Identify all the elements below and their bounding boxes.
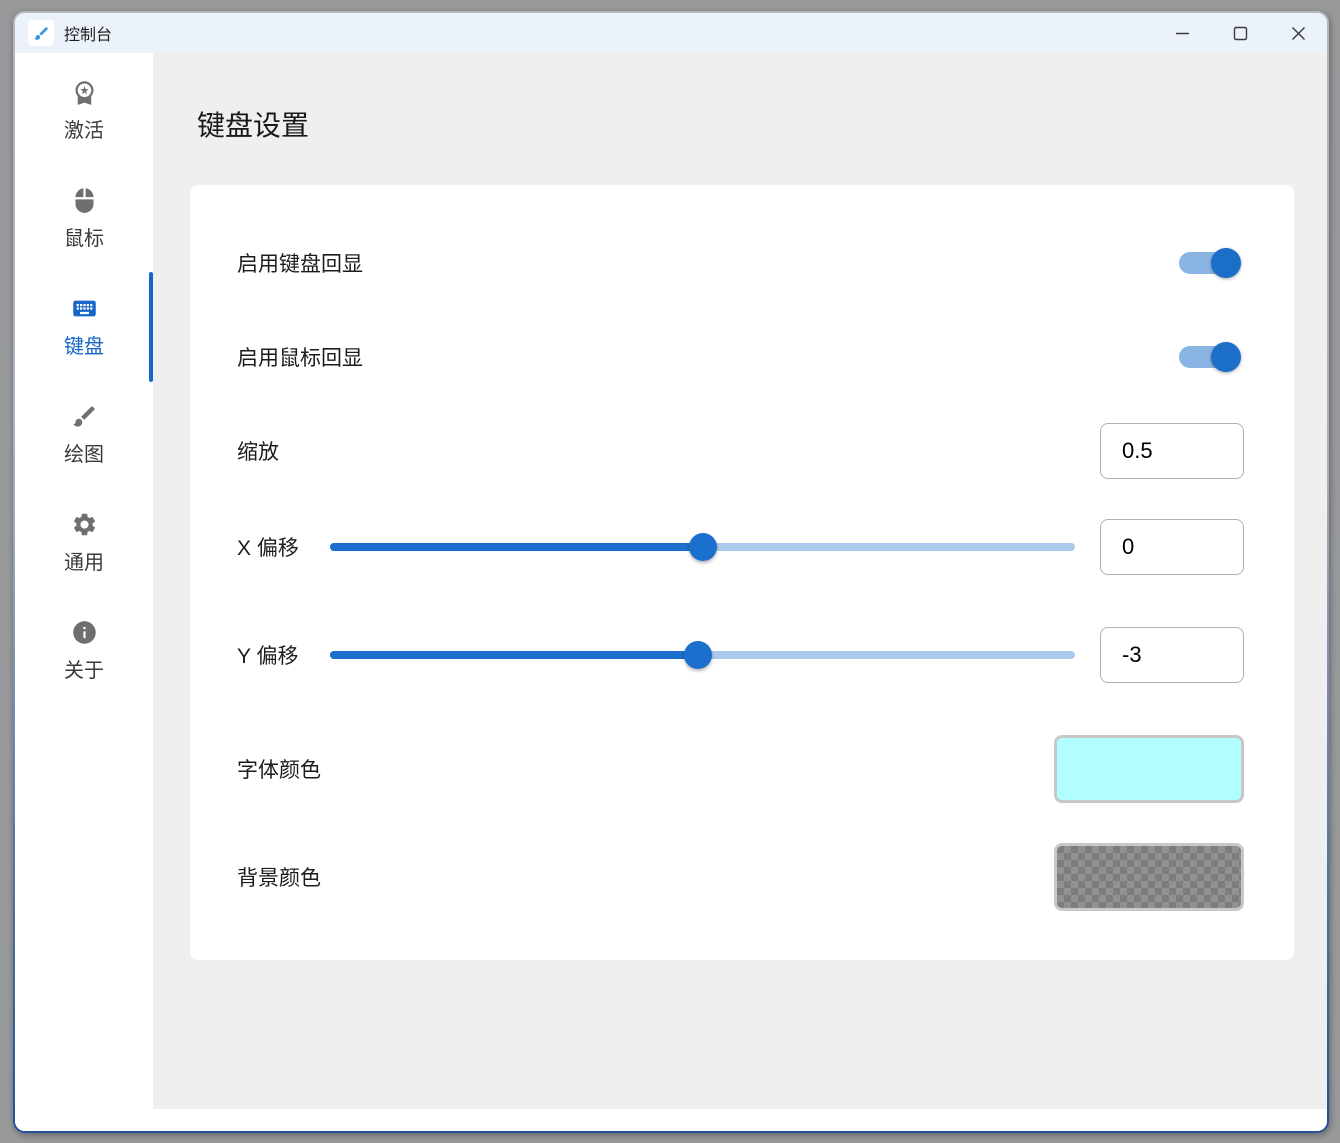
scale-input[interactable] xyxy=(1100,423,1244,479)
y-offset-slider[interactable] xyxy=(330,641,1075,669)
background-color-swatch[interactable] xyxy=(1054,843,1244,911)
window-frame: 控制台 激活 xyxy=(13,11,1329,1133)
row-background-color: 背景颜色 xyxy=(237,843,1244,911)
sidebar-item-drawing[interactable]: 绘图 xyxy=(15,381,153,489)
sidebar-label-mouse: 鼠标 xyxy=(64,222,104,251)
sidebar-item-activate[interactable]: 激活 xyxy=(15,57,153,165)
row-x-offset: X 偏移 xyxy=(237,519,1244,575)
y-offset-input[interactable] xyxy=(1100,627,1244,683)
slider-thumb[interactable] xyxy=(689,533,717,561)
brush-icon xyxy=(71,403,98,430)
settings-card: 启用键盘回显 启用鼠标回显 xyxy=(190,185,1294,960)
sidebar-item-general[interactable]: 通用 xyxy=(15,489,153,597)
sidebar: 激活 鼠标 键盘 绘图 通用 xyxy=(15,53,153,1109)
y-offset-label: Y 偏移 xyxy=(237,640,330,670)
sidebar-item-keyboard[interactable]: 键盘 xyxy=(15,273,153,381)
keyboard-echo-label: 启用键盘回显 xyxy=(237,248,363,278)
window-controls xyxy=(1153,13,1327,53)
window-footer xyxy=(15,1109,1327,1131)
row-mouse-echo: 启用鼠标回显 xyxy=(237,329,1244,385)
titlebar: 控制台 xyxy=(15,13,1327,53)
content-area: 键盘设置 启用键盘回显 启用鼠标回显 xyxy=(153,53,1327,1109)
slider-fill xyxy=(330,651,698,659)
close-button[interactable] xyxy=(1269,13,1327,53)
maximize-button[interactable] xyxy=(1211,13,1269,53)
x-offset-label: X 偏移 xyxy=(237,532,330,562)
window-body: 激活 鼠标 键盘 绘图 通用 xyxy=(15,53,1327,1109)
sidebar-label-keyboard: 键盘 xyxy=(64,330,104,359)
keyboard-echo-toggle[interactable] xyxy=(1179,248,1237,278)
scale-label: 缩放 xyxy=(237,436,279,466)
slider-fill xyxy=(330,543,703,551)
sidebar-label-drawing: 绘图 xyxy=(64,438,104,467)
keyboard-icon xyxy=(71,295,98,322)
font-color-label: 字体颜色 xyxy=(237,754,321,784)
sidebar-item-mouse[interactable]: 鼠标 xyxy=(15,165,153,273)
app-window: 控制台 激活 xyxy=(15,13,1327,1131)
font-color-swatch[interactable] xyxy=(1054,735,1244,803)
gear-icon xyxy=(71,511,98,538)
medal-icon xyxy=(71,79,98,106)
window-title: 控制台 xyxy=(64,21,112,45)
x-offset-input[interactable] xyxy=(1100,519,1244,575)
sidebar-label-general: 通用 xyxy=(64,546,104,575)
slider-thumb[interactable] xyxy=(684,641,712,669)
row-y-offset: Y 偏移 xyxy=(237,627,1244,683)
mouse-echo-toggle[interactable] xyxy=(1179,342,1237,372)
row-keyboard-echo: 启用键盘回显 xyxy=(237,235,1244,291)
background-color-label: 背景颜色 xyxy=(237,862,321,892)
sidebar-label-activate: 激活 xyxy=(64,114,104,143)
sidebar-item-about[interactable]: 关于 xyxy=(15,597,153,705)
info-icon xyxy=(71,619,98,646)
sidebar-label-about: 关于 xyxy=(64,654,104,683)
row-scale: 缩放 xyxy=(237,423,1244,479)
row-font-color: 字体颜色 xyxy=(237,735,1244,803)
mouse-echo-label: 启用鼠标回显 xyxy=(237,342,363,372)
mouse-icon xyxy=(71,187,98,214)
x-offset-slider[interactable] xyxy=(330,533,1075,561)
toggle-thumb[interactable] xyxy=(1211,342,1241,372)
app-brush-icon xyxy=(28,20,54,46)
toggle-thumb[interactable] xyxy=(1211,248,1241,278)
minimize-button[interactable] xyxy=(1153,13,1211,53)
page-title: 键盘设置 xyxy=(197,109,1294,143)
